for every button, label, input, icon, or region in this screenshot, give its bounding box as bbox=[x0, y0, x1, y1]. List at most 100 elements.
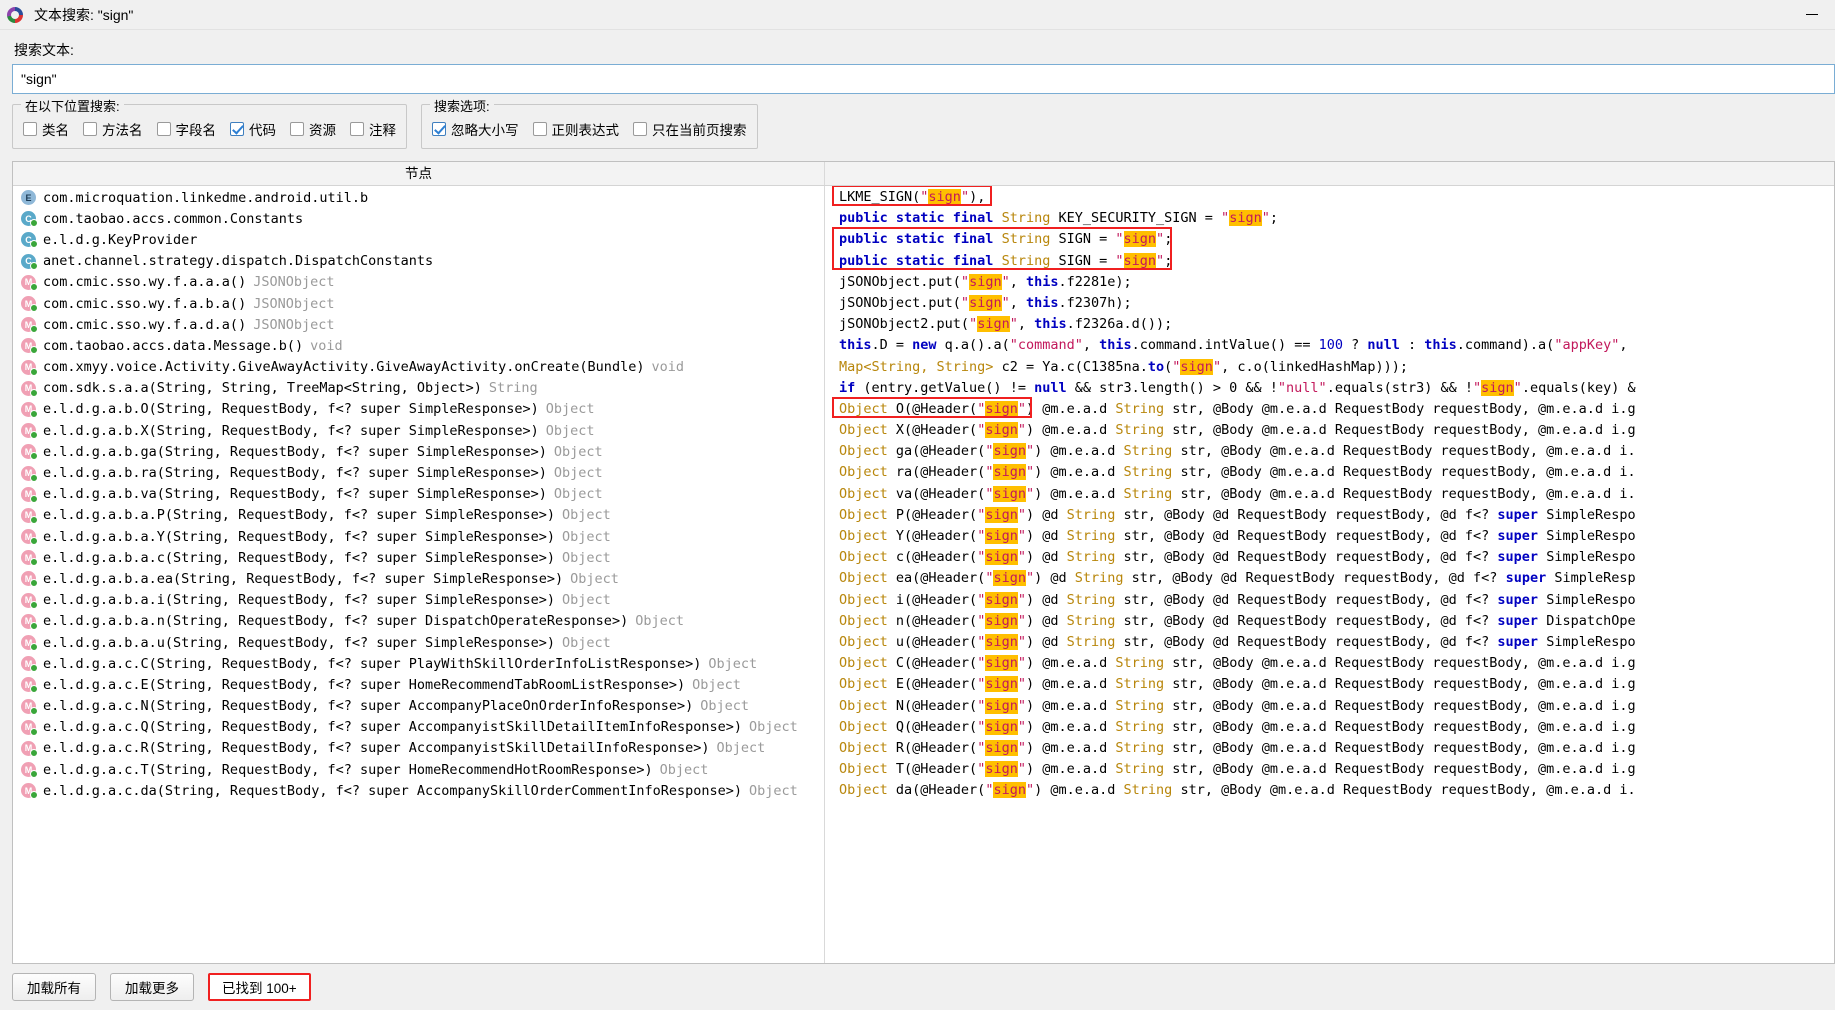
code-line[interactable]: Object R(@Header("sign") @m.e.a.d String… bbox=[825, 738, 1834, 759]
node-label: e.l.d.g.a.b.a.i(String, RequestBody, f<?… bbox=[43, 592, 556, 609]
code-line[interactable]: Object da(@Header("sign") @m.e.a.d Strin… bbox=[825, 780, 1834, 801]
column-header-node[interactable]: 节点 bbox=[13, 162, 825, 185]
table-row[interactable]: Mcom.cmic.sso.wy.f.a.b.a() JSONObject bbox=[13, 293, 824, 314]
code-line[interactable]: Object va(@Header("sign") @m.e.a.d Strin… bbox=[825, 484, 1834, 505]
option-checkbox-0[interactable]: 忽略大小写 bbox=[432, 119, 519, 139]
node-return-type: Object bbox=[553, 486, 603, 503]
code-line[interactable]: public static final String KEY_SECURITY_… bbox=[825, 208, 1834, 229]
option-checkbox-2[interactable]: 只在当前页搜索 bbox=[633, 119, 747, 139]
code-line[interactable]: Object u(@Header("sign") @d String str, … bbox=[825, 632, 1834, 653]
table-row[interactable]: Me.l.d.g.a.c.R(String, RequestBody, f<? … bbox=[13, 738, 824, 759]
code-line[interactable]: Object X(@Header("sign") @m.e.a.d String… bbox=[825, 420, 1834, 441]
node-return-type: Object bbox=[545, 422, 595, 439]
checkbox-empty-icon[interactable] bbox=[350, 122, 364, 136]
code-line[interactable]: Map<String, String> c2 = Ya.c(C1385na.to… bbox=[825, 357, 1834, 378]
search-input[interactable] bbox=[12, 64, 1835, 94]
node-label: com.taobao.accs.common.Constants bbox=[43, 210, 304, 227]
code-line[interactable]: this.D = new q.a().a("command", this.com… bbox=[825, 335, 1834, 356]
code-line[interactable]: Object Q(@Header("sign") @m.e.a.d String… bbox=[825, 717, 1834, 738]
code-line[interactable]: jSONObject2.put("sign", this.f2326a.d())… bbox=[825, 314, 1834, 335]
scope-checkbox-2[interactable]: 字段名 bbox=[156, 119, 216, 139]
load-all-button[interactable]: 加载所有 bbox=[12, 973, 96, 1001]
code-line[interactable]: Object E(@Header("sign") @m.e.a.d String… bbox=[825, 674, 1834, 695]
table-row[interactable]: Me.l.d.g.a.b.X(String, RequestBody, f<? … bbox=[13, 420, 824, 441]
table-row[interactable]: Mcom.cmic.sso.wy.f.a.a.a() JSONObject bbox=[13, 272, 824, 293]
node-return-type: Object bbox=[692, 676, 741, 693]
code-list[interactable]: LKME_SIGN("sign"), public static final St… bbox=[825, 186, 1834, 963]
table-row[interactable]: Me.l.d.g.a.b.ga(String, RequestBody, f<?… bbox=[13, 441, 824, 462]
table-row[interactable]: Canet.channel.strategy.dispatch.Dispatch… bbox=[13, 251, 824, 272]
checkbox-empty-icon[interactable] bbox=[156, 122, 171, 136]
text-search-window: 文本搜索: "sign" 搜索文本: 在以下位置搜索: 类名 方法名 字段名 代码 资源… bbox=[0, 0, 1835, 1010]
code-line[interactable]: Object n(@Header("sign") @d String str, … bbox=[825, 611, 1834, 632]
code-line[interactable]: Object N(@Header("sign") @m.e.a.d String… bbox=[825, 696, 1834, 717]
code-line[interactable]: LKME_SIGN("sign"), bbox=[825, 187, 1834, 208]
table-row[interactable]: Ecom.microquation.linkedme.android.util.… bbox=[13, 187, 824, 208]
table-row[interactable]: Me.l.d.g.a.c.N(String, RequestBody, f<? … bbox=[13, 696, 824, 717]
node-list[interactable]: Ecom.microquation.linkedme.android.util.… bbox=[13, 186, 825, 963]
code-line[interactable]: Object C(@Header("sign") @m.e.a.d String… bbox=[825, 653, 1834, 674]
table-row[interactable]: Me.l.d.g.a.b.a.i(String, RequestBody, f<… bbox=[13, 590, 824, 611]
table-row[interactable]: Me.l.d.g.a.c.da(String, RequestBody, f<?… bbox=[13, 780, 824, 801]
footer-bar: 加载所有 加载更多 已找到 100+ bbox=[0, 964, 1835, 1010]
code-line[interactable]: Object ra(@Header("sign") @m.e.a.d Strin… bbox=[825, 462, 1834, 483]
scope-checkbox-label: 类名 bbox=[42, 123, 69, 138]
table-row[interactable]: Mcom.sdk.s.a.a(String, String, TreeMap<S… bbox=[13, 378, 824, 399]
table-row[interactable]: Ccom.taobao.accs.common.Constants bbox=[13, 208, 824, 229]
code-line[interactable]: Object T(@Header("sign") @m.e.a.d String… bbox=[825, 759, 1834, 780]
checkmark-icon[interactable] bbox=[230, 122, 244, 136]
node-label: com.cmic.sso.wy.f.a.d.a() bbox=[43, 316, 247, 333]
table-row[interactable]: Ce.l.d.g.KeyProvider bbox=[13, 229, 824, 250]
scope-checkbox-1[interactable]: 方法名 bbox=[83, 119, 143, 139]
scope-checkbox-3[interactable]: 代码 bbox=[230, 119, 276, 139]
table-row[interactable]: Me.l.d.g.a.b.a.u(String, RequestBody, f<… bbox=[13, 632, 824, 653]
table-row[interactable]: Me.l.d.g.a.c.C(String, RequestBody, f<? … bbox=[13, 653, 824, 674]
checkbox-empty-icon[interactable] bbox=[290, 122, 304, 136]
table-row[interactable]: Me.l.d.g.a.b.va(String, RequestBody, f<?… bbox=[13, 484, 824, 505]
code-line[interactable]: jSONObject.put("sign", this.f2281e); bbox=[825, 272, 1834, 293]
option-checkbox-1[interactable]: 正则表达式 bbox=[532, 119, 619, 139]
checkmark-icon[interactable] bbox=[432, 122, 446, 136]
code-line[interactable]: Object ga(@Header("sign") @m.e.a.d Strin… bbox=[825, 441, 1834, 462]
code-line[interactable]: Object P(@Header("sign") @d String str, … bbox=[825, 505, 1834, 526]
window-title: 文本搜索: "sign" bbox=[34, 6, 134, 23]
node-label: com.cmic.sso.wy.f.a.b.a() bbox=[43, 295, 247, 312]
code-line[interactable]: Object O(@Header("sign") @m.e.a.d String… bbox=[825, 399, 1834, 420]
node-return-type: void bbox=[310, 337, 343, 354]
code-line[interactable]: public static final String SIGN = "sign"… bbox=[825, 229, 1834, 250]
method-icon: M bbox=[21, 592, 38, 609]
code-line[interactable]: Object c(@Header("sign") @d String str, … bbox=[825, 547, 1834, 568]
checkbox-empty-icon[interactable] bbox=[83, 122, 97, 136]
method-icon: M bbox=[21, 635, 38, 652]
table-row[interactable]: Me.l.d.g.a.c.Q(String, RequestBody, f<? … bbox=[13, 717, 824, 738]
table-row[interactable]: Mcom.xmyy.voice.Activity.GiveAwayActivit… bbox=[13, 357, 824, 378]
table-row[interactable]: Mcom.cmic.sso.wy.f.a.d.a() JSONObject bbox=[13, 314, 824, 335]
table-row[interactable]: Mcom.taobao.accs.data.Message.b() void bbox=[13, 335, 824, 356]
table-row[interactable]: Me.l.d.g.a.b.a.Y(String, RequestBody, f<… bbox=[13, 526, 824, 547]
code-line[interactable]: Object ea(@Header("sign") @d String str,… bbox=[825, 568, 1834, 589]
minimize-button[interactable] bbox=[1789, 0, 1835, 30]
table-row[interactable]: Me.l.d.g.a.b.a.c(String, RequestBody, f<… bbox=[13, 547, 824, 568]
node-return-type: JSONObject bbox=[253, 295, 335, 312]
table-row[interactable]: Me.l.d.g.a.b.O(String, RequestBody, f<? … bbox=[13, 399, 824, 420]
checkbox-empty-icon[interactable] bbox=[23, 122, 37, 136]
code-line[interactable]: Object Y(@Header("sign") @d String str, … bbox=[825, 526, 1834, 547]
table-row[interactable]: Me.l.d.g.a.c.E(String, RequestBody, f<? … bbox=[13, 674, 824, 695]
node-return-type: Object bbox=[562, 549, 611, 566]
table-row[interactable]: Me.l.d.g.a.c.T(String, RequestBody, f<? … bbox=[13, 759, 824, 780]
scope-checkbox-5[interactable]: 注释 bbox=[350, 119, 396, 139]
code-line[interactable]: if (entry.getValue() != null && str3.len… bbox=[825, 378, 1834, 399]
code-line[interactable]: jSONObject.put("sign", this.f2307h); bbox=[825, 293, 1834, 314]
table-row[interactable]: Me.l.d.g.a.b.a.n(String, RequestBody, f<… bbox=[13, 611, 824, 632]
scope-checkbox-4[interactable]: 资源 bbox=[290, 119, 336, 139]
code-line[interactable]: Object i(@Header("sign") @d String str, … bbox=[825, 590, 1834, 611]
checkbox-empty-icon[interactable] bbox=[532, 122, 547, 136]
scope-checkbox-0[interactable]: 类名 bbox=[23, 119, 69, 139]
method-icon: M bbox=[21, 719, 38, 736]
table-row[interactable]: Me.l.d.g.a.b.a.ea(String, RequestBody, f… bbox=[13, 568, 824, 589]
table-row[interactable]: Me.l.d.g.a.b.ra(String, RequestBody, f<?… bbox=[13, 462, 824, 483]
checkbox-empty-icon[interactable] bbox=[633, 122, 647, 136]
code-line[interactable]: public static final String SIGN = "sign"… bbox=[825, 251, 1834, 272]
load-more-button[interactable]: 加载更多 bbox=[110, 973, 194, 1001]
table-row[interactable]: Me.l.d.g.a.b.a.P(String, RequestBody, f<… bbox=[13, 505, 824, 526]
